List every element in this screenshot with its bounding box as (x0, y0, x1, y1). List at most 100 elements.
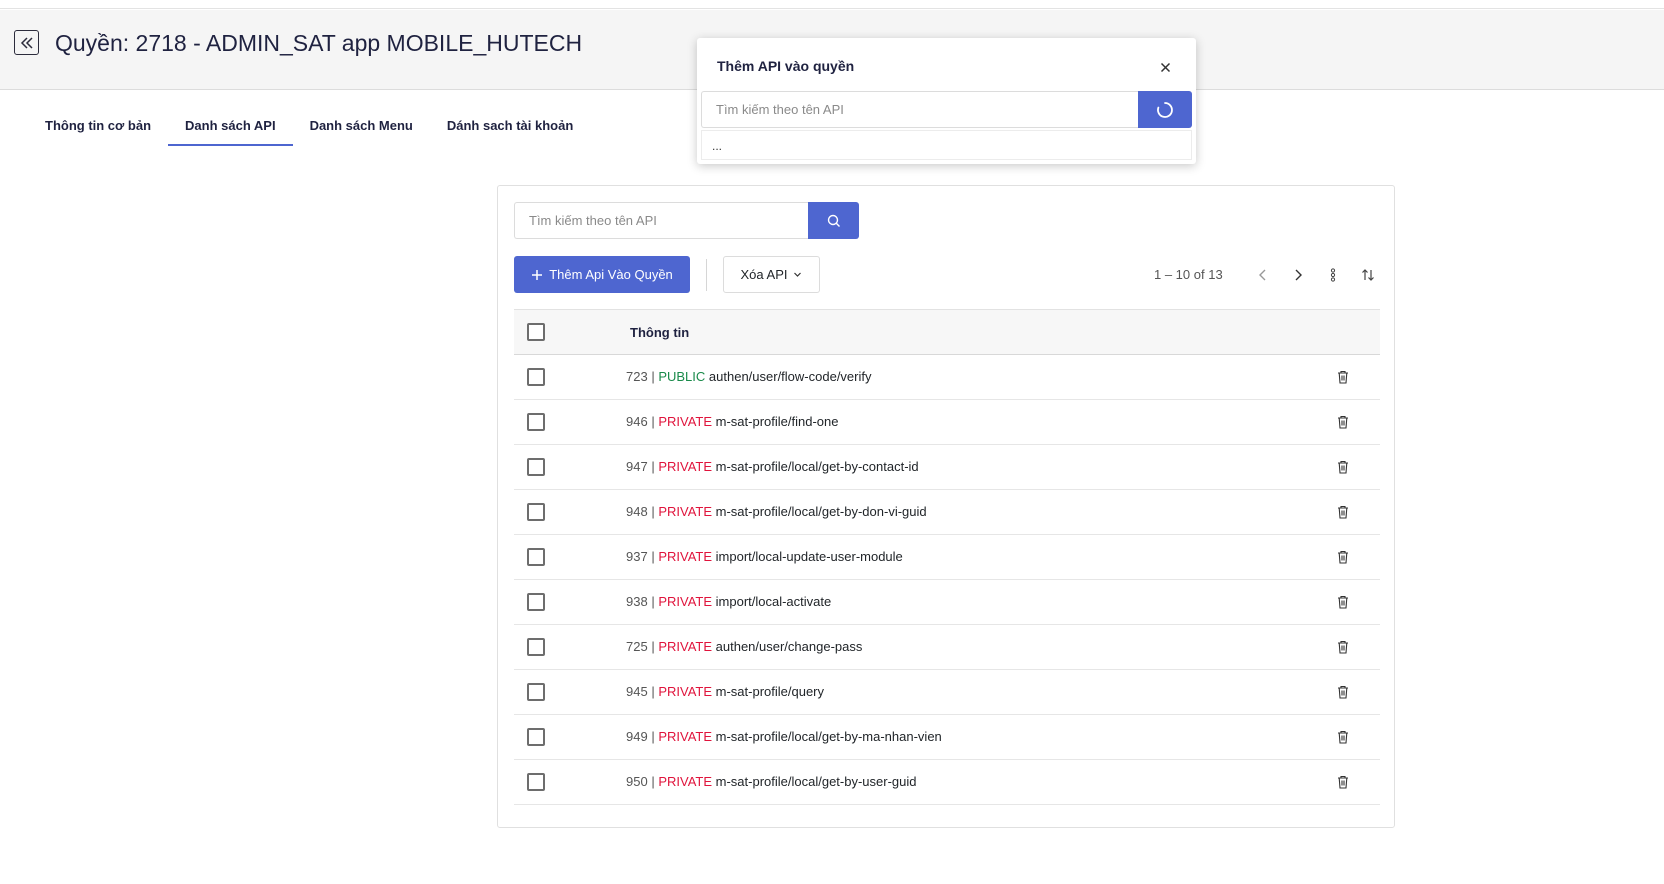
modal-search-bar (701, 91, 1192, 128)
api-scope: PRIVATE (658, 639, 713, 654)
delete-row-button[interactable] (1334, 547, 1352, 567)
chevron-right-icon (1292, 268, 1304, 282)
table-toolbar: Thêm Api Vào Quyền Xóa API 1 – 10 of 13 (514, 256, 1380, 293)
delete-row-button[interactable] (1334, 502, 1352, 522)
row-checkbox[interactable] (527, 503, 545, 521)
separator: | (647, 459, 659, 474)
chevron-down-icon (793, 270, 802, 279)
api-scope: PUBLIC (658, 369, 706, 384)
api-id: 947 (626, 459, 648, 474)
api-info: 949 | PRIVATE m-sat-profile/local/get-by… (626, 729, 942, 744)
api-id: 950 (626, 774, 648, 789)
api-path: authen/user/change-pass (715, 639, 863, 654)
table-row[interactable]: 725 | PRIVATE authen/user/change-pass (514, 625, 1380, 670)
separator: | (647, 774, 659, 789)
api-path: m-sat-profile/find-one (715, 414, 839, 429)
add-api-label: Thêm Api Vào Quyền (549, 267, 673, 282)
delete-row-button[interactable] (1334, 592, 1352, 612)
api-id: 945 (626, 684, 648, 699)
table-header: Thông tin (514, 309, 1380, 355)
table-row[interactable]: 937 | PRIVATE import/local-update-user-m… (514, 535, 1380, 580)
row-checkbox[interactable] (527, 368, 545, 386)
api-id: 937 (626, 549, 648, 564)
api-info: 950 | PRIVATE m-sat-profile/local/get-by… (626, 774, 917, 789)
more-vertical-icon (1329, 268, 1337, 282)
api-info: 725 | PRIVATE authen/user/change-pass (626, 639, 862, 654)
select-all-checkbox[interactable] (527, 323, 545, 341)
delete-row-button[interactable] (1334, 367, 1352, 387)
column-options-button[interactable] (1322, 264, 1344, 286)
back-button[interactable] (14, 30, 39, 55)
sort-button[interactable] (1357, 264, 1379, 286)
trash-icon (1337, 370, 1349, 384)
api-table: Thông tin 723 | PUBLIC authen/user/flow-… (514, 309, 1380, 805)
add-api-button[interactable]: Thêm Api Vào Quyền (514, 256, 690, 293)
separator: | (647, 684, 659, 699)
api-scope: PRIVATE (658, 459, 713, 474)
separator: | (647, 414, 659, 429)
prev-page-button[interactable] (1252, 264, 1274, 286)
trash-icon (1337, 595, 1349, 609)
api-scope: PRIVATE (658, 504, 713, 519)
delete-row-button[interactable] (1334, 457, 1352, 477)
row-checkbox[interactable] (527, 638, 545, 656)
modal-search-button[interactable] (1138, 91, 1192, 128)
column-header-info: Thông tin (630, 325, 690, 340)
sort-icon (1361, 268, 1375, 282)
row-checkbox[interactable] (527, 458, 545, 476)
trash-icon (1337, 730, 1349, 744)
api-search-button[interactable] (808, 202, 859, 239)
api-id: 949 (626, 729, 648, 744)
trash-icon (1337, 550, 1349, 564)
next-page-button[interactable] (1287, 264, 1309, 286)
loading-spinner-icon (1156, 101, 1174, 119)
row-checkbox[interactable] (527, 683, 545, 701)
api-scope: PRIVATE (658, 594, 713, 609)
delete-api-dropdown[interactable]: Xóa API (723, 256, 820, 293)
row-checkbox[interactable] (527, 413, 545, 431)
table-row[interactable]: 950 | PRIVATE m-sat-profile/local/get-by… (514, 760, 1380, 805)
separator: | (647, 594, 659, 609)
modal-search-input[interactable] (701, 91, 1138, 128)
row-checkbox[interactable] (527, 548, 545, 566)
delete-row-button[interactable] (1334, 772, 1352, 792)
api-scope: PRIVATE (658, 774, 713, 789)
delete-row-button[interactable] (1334, 682, 1352, 702)
table-row[interactable]: 948 | PRIVATE m-sat-profile/local/get-by… (514, 490, 1380, 535)
trash-icon (1337, 775, 1349, 789)
api-id: 723 (626, 369, 648, 384)
api-path: m-sat-profile/local/get-by-user-guid (715, 774, 917, 789)
api-info: 937 | PRIVATE import/local-update-user-m… (626, 549, 903, 564)
api-info: 946 | PRIVATE m-sat-profile/find-one (626, 414, 838, 429)
delete-api-label: Xóa API (740, 267, 788, 282)
tab-menu-list[interactable]: Danh sách Menu (293, 110, 430, 146)
api-search-input[interactable] (514, 202, 808, 239)
top-bar (0, 0, 1664, 9)
table-row[interactable]: 938 | PRIVATE import/local-activate (514, 580, 1380, 625)
api-info: 947 | PRIVATE m-sat-profile/local/get-by… (626, 459, 919, 474)
tab-account-list[interactable]: Dánh sach tài khoản (430, 110, 590, 146)
delete-row-button[interactable] (1334, 727, 1352, 747)
trash-icon (1337, 685, 1349, 699)
delete-row-button[interactable] (1334, 412, 1352, 432)
row-checkbox[interactable] (527, 593, 545, 611)
tab-basic-info[interactable]: Thông tin cơ bản (28, 110, 168, 146)
table-row[interactable]: 946 | PRIVATE m-sat-profile/find-one (514, 400, 1380, 445)
api-search-bar (514, 202, 859, 239)
api-id: 948 (626, 504, 648, 519)
api-scope: PRIVATE (658, 729, 713, 744)
table-row[interactable]: 949 | PRIVATE m-sat-profile/local/get-by… (514, 715, 1380, 760)
pagination-range: 1 – 10 of 13 (1154, 267, 1223, 282)
table-row[interactable]: 723 | PUBLIC authen/user/flow-code/verif… (514, 355, 1380, 400)
double-chevron-left-icon (20, 36, 34, 50)
row-checkbox[interactable] (527, 773, 545, 791)
table-row[interactable]: 947 | PRIVATE m-sat-profile/local/get-by… (514, 445, 1380, 490)
separator: | (647, 549, 659, 564)
modal-close-button[interactable] (1156, 58, 1174, 76)
api-info: 945 | PRIVATE m-sat-profile/query (626, 684, 824, 699)
tab-api-list[interactable]: Danh sách API (168, 110, 293, 146)
delete-row-button[interactable] (1334, 637, 1352, 657)
row-checkbox[interactable] (527, 728, 545, 746)
table-row[interactable]: 945 | PRIVATE m-sat-profile/query (514, 670, 1380, 715)
toolbar-divider (706, 259, 707, 291)
